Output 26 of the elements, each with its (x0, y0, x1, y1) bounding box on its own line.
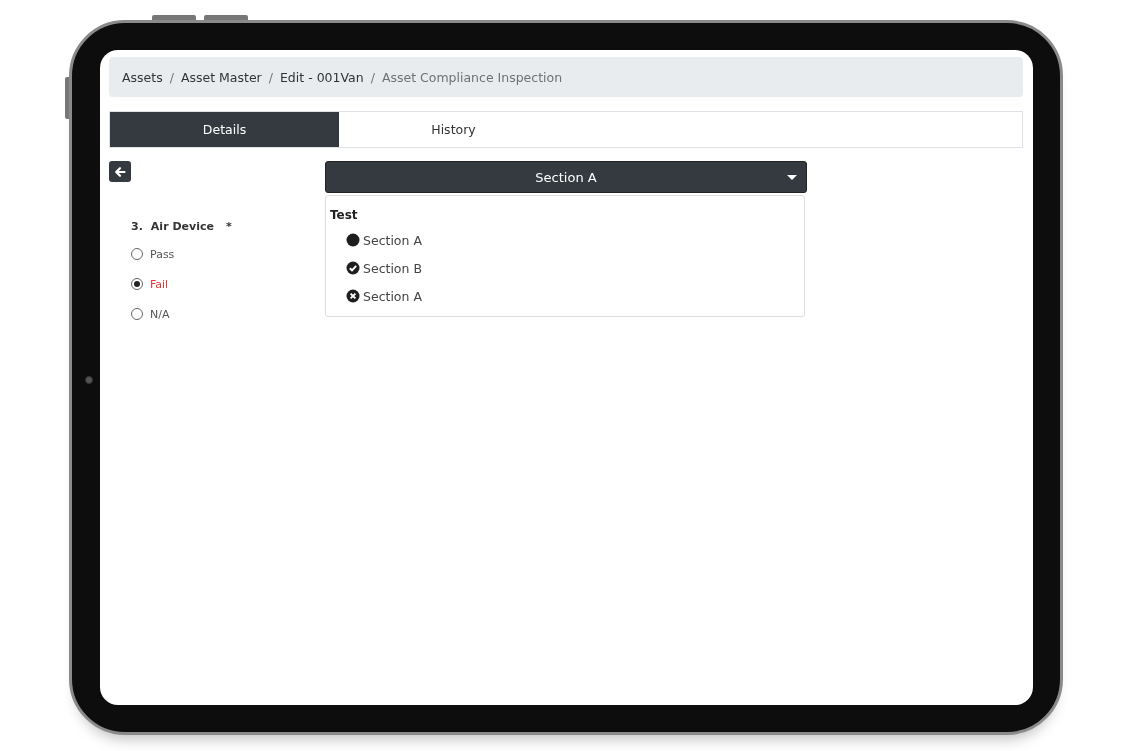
cross-circle-icon (346, 289, 360, 303)
camera-dot-icon (85, 376, 93, 384)
option-label: Fail (150, 277, 169, 291)
breadcrumb-link[interactable]: Assets (122, 69, 163, 85)
option-label: Pass (150, 247, 175, 261)
required-mark: * (225, 220, 232, 233)
breadcrumb-separator: / (370, 69, 375, 85)
left-arrow-icon (114, 165, 126, 178)
current-page-title: Asset Compliance Inspection (381, 69, 563, 85)
filled-circle-icon (346, 233, 360, 247)
section-dropdown[interactable]: Section A (325, 161, 807, 193)
check-circle-icon (346, 261, 360, 275)
breadcrumb-separator: / (169, 69, 174, 85)
question-label: Air Device (150, 220, 214, 233)
menu-item[interactable]: Section A (346, 230, 800, 250)
breadcrumb-link[interactable]: Asset Master (180, 69, 262, 85)
caret-icon (787, 175, 797, 181)
menu-item[interactable]: Section A (346, 286, 800, 306)
menu-item[interactable]: Section B (346, 258, 800, 278)
question-number: 3. (131, 220, 143, 233)
option-label: N/A (150, 307, 170, 321)
back-button[interactable] (109, 161, 131, 182)
tab[interactable]: Details (110, 112, 339, 147)
breadcrumb-separator: / (268, 69, 273, 85)
breadcrumb-link[interactable]: Edit - 001Van (279, 69, 364, 85)
menu-group-header: Test (330, 208, 359, 222)
